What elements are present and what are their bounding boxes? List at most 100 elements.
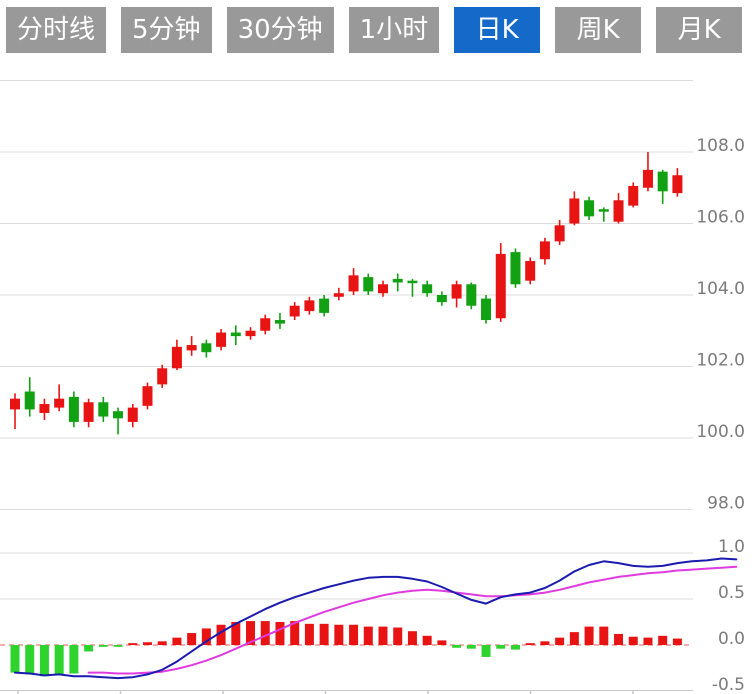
macd-bar [114, 645, 123, 647]
candle-body [128, 408, 138, 422]
candle-body [54, 399, 64, 408]
period-tabbar: 分时线 5分钟 30分钟 1小时 日K 周K 月K [6, 7, 742, 53]
candle-body [466, 284, 476, 305]
price-axis-label: 108.0 [696, 136, 745, 156]
candle-body [452, 284, 462, 298]
candle-body [614, 200, 624, 221]
candle-body [142, 386, 152, 406]
price-grid [0, 81, 693, 510]
macd-bar [364, 627, 373, 645]
macd-bar [99, 645, 108, 647]
macd-bar [496, 645, 505, 649]
macd-bar [614, 634, 623, 645]
macd-bar [55, 645, 64, 675]
candle-body [584, 200, 594, 216]
macd-bar [143, 642, 152, 645]
tab-30min[interactable]: 30分钟 [227, 7, 334, 53]
candle-body [363, 277, 373, 291]
macd-axis-label: 1.0 [718, 537, 745, 557]
candle-body [84, 402, 94, 422]
candle-body [69, 397, 79, 422]
candle-body [658, 172, 668, 192]
macd-bar [437, 640, 446, 645]
candle-body [555, 225, 565, 241]
candle-body [496, 254, 506, 318]
dea-line [89, 567, 737, 674]
macd-bar [540, 641, 549, 645]
candle-body [334, 293, 344, 297]
macd-axis-label: 0.0 [718, 629, 745, 649]
macd-bar [11, 645, 20, 673]
macd-bar [40, 645, 49, 676]
candle-body [569, 198, 579, 223]
macd-bar [305, 624, 314, 645]
candle-body [304, 300, 314, 311]
candle-body [672, 175, 682, 193]
tab-monthly-k[interactable]: 月K [656, 7, 742, 53]
candle-body [290, 306, 300, 317]
macd-axis-label: 0.5 [718, 583, 745, 603]
price-axis-label: 98.0 [707, 494, 745, 514]
candle-body [422, 284, 432, 293]
macd-bar [643, 638, 652, 645]
macd-bar [158, 641, 167, 645]
macd-bar [320, 624, 329, 645]
candle-body [216, 333, 226, 347]
tab-label: 30分钟 [238, 7, 323, 53]
macd-bar [261, 621, 270, 645]
tab-timeline[interactable]: 分时线 [6, 7, 106, 53]
macd-bar [570, 632, 579, 645]
candle-body [98, 402, 108, 416]
macd-bar [673, 639, 682, 645]
candle-body [599, 209, 609, 212]
macd-bar [467, 645, 476, 649]
candle-body [275, 320, 285, 324]
macd-bar [25, 645, 34, 674]
tab-label: 5分钟 [132, 7, 201, 53]
macd-bar [555, 638, 564, 645]
candles-group [10, 152, 682, 434]
macd-bar [128, 643, 137, 645]
macd-bar [599, 627, 608, 645]
candle-body [10, 399, 20, 410]
macd-axis-label: -0.5 [712, 675, 745, 694]
macd-bar [172, 638, 181, 645]
candle-body [349, 275, 359, 291]
macd-bar [423, 636, 432, 645]
macd-bar [275, 622, 284, 645]
candle-body [113, 411, 123, 418]
tab-label: 周K [577, 7, 620, 53]
candle-body [39, 404, 49, 413]
macd-bar [629, 637, 638, 645]
macd-bar [349, 625, 358, 645]
price-axis-label: 100.0 [696, 422, 745, 442]
macd-bar [511, 645, 520, 650]
macd-bar [84, 645, 93, 651]
price-axis-label: 102.0 [696, 351, 745, 371]
candle-body [378, 284, 388, 293]
macd-bar [408, 631, 417, 645]
tab-daily-k[interactable]: 日K [454, 7, 540, 53]
tab-label: 月K [678, 7, 721, 53]
candle-body [319, 299, 329, 313]
candle-body [628, 186, 638, 206]
macd-histogram [11, 621, 682, 676]
macd-bar [379, 627, 388, 645]
candle-body [540, 241, 550, 259]
candle-body [525, 261, 535, 281]
tab-5min[interactable]: 5分钟 [121, 7, 212, 53]
tab-label: 分时线 [17, 7, 95, 53]
candlestick-macd-chart[interactable]: 108.0106.0104.0102.0100.098.01.00.50.0-0… [0, 0, 755, 694]
macd-axis-labels: 1.0 0.5 0.0 -0.5 [712, 537, 745, 694]
tab-1hour[interactable]: 1小时 [349, 7, 440, 53]
candle-body [481, 299, 491, 320]
candle-body [187, 345, 197, 350]
tab-weekly-k[interactable]: 周K [555, 7, 641, 53]
candle-body [201, 343, 211, 352]
candle-body [172, 347, 182, 368]
tab-label: 日K [476, 7, 519, 53]
candle-body [643, 170, 653, 188]
price-axis-label: 104.0 [696, 279, 745, 299]
price-axis-labels: 108.0106.0104.0102.0100.098.0 [696, 136, 745, 514]
macd-bar [393, 628, 402, 645]
